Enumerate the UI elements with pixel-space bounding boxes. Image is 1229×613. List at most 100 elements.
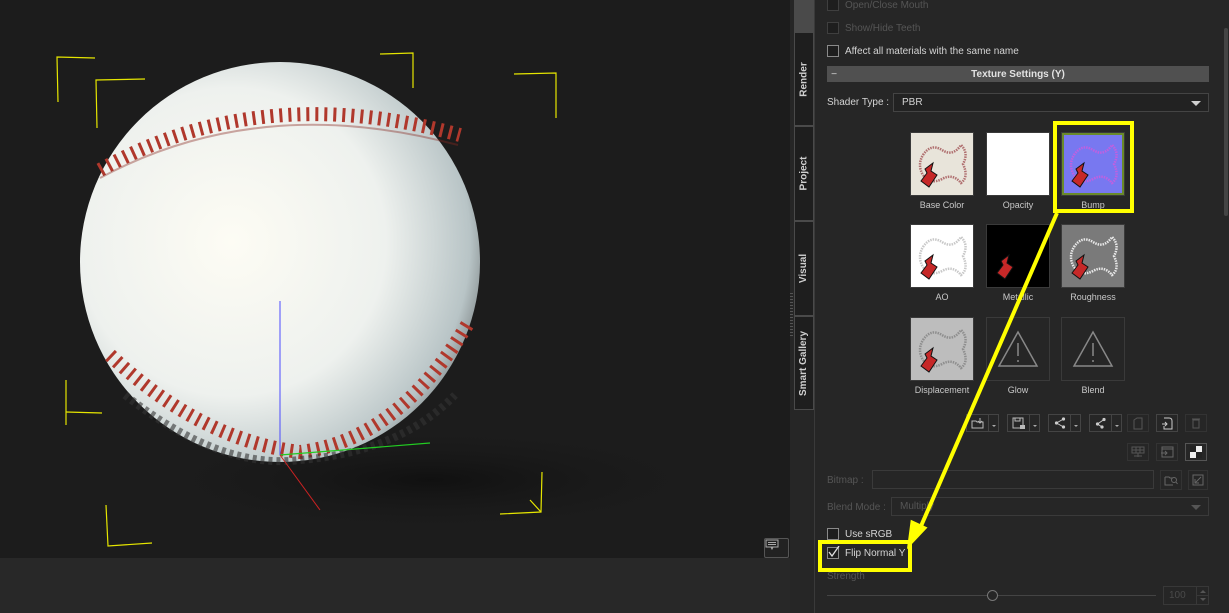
tab-smart-gallery[interactable]: Smart Gallery [794, 316, 814, 410]
load-texture-button[interactable] [966, 414, 999, 432]
texture-slot-base-color[interactable]: Base Color [910, 132, 974, 210]
checkbox-label: Open/Close Mouth [845, 0, 929, 11]
highlight-box-flip-normal [818, 540, 912, 572]
uv-editor-button[interactable] [1127, 443, 1149, 461]
folder-search-icon [1164, 476, 1178, 486]
affect-all-materials-checkbox[interactable]: Affect all materials with the same name [827, 45, 1019, 57]
blend-mode-value: Multiply [900, 501, 934, 512]
checkbox[interactable] [827, 528, 839, 540]
grid-icon [1131, 446, 1145, 457]
side-tab-active[interactable] [794, 0, 814, 32]
texture-slot-blend[interactable]: Blend [1061, 317, 1125, 395]
chevron-down-icon [1191, 101, 1201, 106]
dropdown-arrow[interactable] [1112, 415, 1121, 431]
strength-value: 100 [1169, 590, 1186, 601]
window-import-icon [1161, 446, 1174, 458]
shader-type-dropdown[interactable]: PBR [893, 93, 1209, 112]
texture-slot-label: Base Color [919, 200, 965, 210]
feedback-button[interactable] [764, 538, 789, 558]
texture-slot-glow[interactable]: Glow [986, 317, 1050, 395]
texture-thumbnail[interactable] [1061, 224, 1125, 288]
checkbox[interactable] [827, 0, 839, 11]
up-down-arrows-icon [1197, 590, 1209, 601]
browse-bitmap-button[interactable] [1160, 470, 1182, 490]
strength-label: Strength [827, 571, 865, 582]
texture-slot-label: Glow [1007, 385, 1029, 395]
3d-viewport[interactable] [0, 0, 790, 558]
use-srgb-checkbox[interactable]: Use sRGB [827, 528, 892, 540]
bitmap-path-field[interactable] [872, 470, 1154, 489]
texture-thumbnail[interactable] [986, 224, 1050, 288]
tab-project[interactable]: Project [794, 126, 814, 221]
paste-button[interactable] [1156, 414, 1178, 432]
show-hide-teeth-checkbox[interactable]: Show/Hide Teeth [827, 22, 920, 34]
texture-slot-displacement[interactable]: Displacement [910, 317, 974, 395]
bitmap-label: Bitmap : [827, 475, 864, 486]
shader-type-label: Shader Type : [827, 97, 890, 108]
texture-slot-label: Blend [1081, 385, 1105, 395]
checkbox[interactable] [827, 45, 839, 57]
share-alt-icon [1095, 417, 1106, 429]
shader-type-value: PBR [902, 97, 923, 108]
texture-thumbnail[interactable] [910, 132, 974, 196]
viewport-scene [56, 52, 730, 547]
strength-slider-handle[interactable] [986, 590, 998, 601]
texture-slot-opacity[interactable]: Opacity [986, 132, 1050, 210]
panel-resize-grip[interactable] [790, 293, 793, 338]
texture-slot-label: Metallic [1002, 292, 1034, 302]
tab-visual[interactable]: Visual [794, 221, 814, 316]
tab-render[interactable]: Render [794, 32, 814, 126]
empty-texture-thumbnail[interactable] [986, 317, 1050, 381]
open-file-location-button[interactable] [1188, 470, 1208, 490]
save-icon [1012, 417, 1025, 429]
warning-icon [1072, 330, 1114, 367]
texture-slot-label: Opacity [1002, 200, 1034, 210]
highlight-box-bump [1053, 121, 1134, 213]
texture-slot-label: Roughness [1070, 292, 1116, 302]
dropdown-arrow[interactable] [1071, 415, 1080, 431]
launch-editor-button[interactable] [1156, 443, 1178, 461]
texture-slot-metallic[interactable]: Metallic [986, 224, 1050, 302]
texture-thumbnail[interactable] [910, 224, 974, 288]
checkbox[interactable] [827, 22, 839, 34]
save-texture-button[interactable] [1007, 414, 1040, 432]
texture-settings-header[interactable]: − Texture Settings (Y) [827, 66, 1209, 82]
side-tab-bar: Render Project Visual Smart Gallery [790, 0, 815, 613]
texture-slot-roughness[interactable]: Roughness [1061, 224, 1125, 302]
strength-spinbox[interactable]: 100 [1163, 586, 1209, 605]
dropdown-arrow[interactable] [989, 415, 998, 431]
texture-slot-label: AO [935, 292, 949, 302]
modify-panel: Open/Close Mouth Show/Hide Teeth Affect … [816, 0, 1229, 613]
arrow-down-left-icon [1192, 474, 1204, 486]
collapse-icon[interactable]: − [827, 69, 841, 80]
import-icon [1162, 417, 1173, 429]
section-title: Texture Settings (Y) [971, 68, 1065, 80]
texture-thumbnail[interactable] [910, 317, 974, 381]
blend-mode-label: Blend Mode : [827, 502, 886, 513]
folder-load-icon [971, 418, 983, 429]
warning-icon [997, 330, 1039, 367]
share-button[interactable] [1048, 414, 1081, 432]
panel-scrollbar[interactable] [1224, 28, 1228, 216]
texture-slot-label: Displacement [914, 385, 970, 395]
texture-thumbnail[interactable] [986, 132, 1050, 196]
empty-texture-thumbnail[interactable] [1061, 317, 1125, 381]
chevron-down-icon [1191, 505, 1201, 510]
checkbox-label: Show/Hide Teeth [845, 22, 921, 34]
checker-icon [1190, 446, 1202, 458]
timeline-area [0, 558, 790, 613]
delete-button[interactable] [1185, 414, 1207, 432]
checker-button[interactable] [1185, 443, 1207, 461]
spin-arrows[interactable] [1196, 587, 1209, 604]
message-icon [765, 539, 779, 550]
open-close-mouth-checkbox[interactable]: Open/Close Mouth [827, 0, 928, 11]
dropdown-arrow[interactable] [1030, 415, 1039, 431]
blend-mode-dropdown[interactable]: Multiply [891, 497, 1209, 516]
copy-button[interactable] [1127, 414, 1149, 432]
texture-slot-ao[interactable]: AO [910, 224, 974, 302]
share-icon [1054, 417, 1065, 429]
trash-icon [1192, 418, 1200, 429]
share-alt-button[interactable] [1089, 414, 1122, 432]
checkbox-label: Use sRGB [845, 528, 893, 540]
checkbox-label: Affect all materials with the same name [845, 45, 1019, 57]
